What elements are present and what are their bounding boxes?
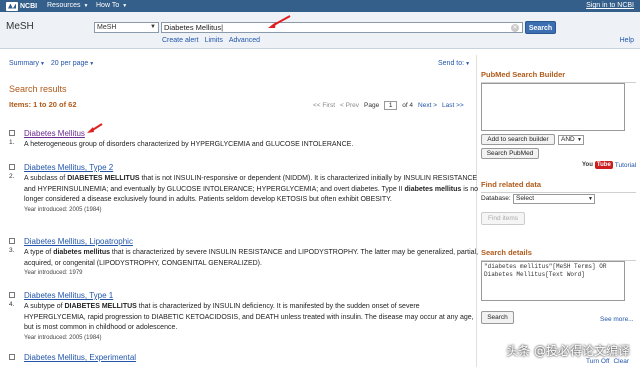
result-item: 4. Diabetes Mellitus, Type 1 A subtype o… [9,291,474,346]
search-input[interactable]: Diabetes Mellitus| ✕ [161,22,523,33]
search-builder-textarea[interactable] [481,83,625,131]
page-number-input[interactable]: 1 [384,101,398,110]
result-item: Diabetes Mellitus, Experimental [9,353,469,367]
result-number: 1. [9,139,15,146]
annotation-arrow-icon [87,123,103,133]
ncbi-logo[interactable]: NCBI [6,1,37,11]
chevron-down-icon: ▼ [122,2,128,9]
year-introduced: Year introduced: 2005 (1984) [24,206,102,213]
search-button[interactable]: Search [525,21,556,34]
add-to-search-builder-button[interactable]: Add to search builder [481,134,555,145]
next-page-link[interactable]: Next > [418,102,437,109]
per-page-menu[interactable]: 20 per page▼ [51,60,94,67]
display-settings: Summary▼ 20 per page▼ [9,60,94,67]
result-title-link[interactable]: Diabetes Mellitus, Type 1 [24,291,113,300]
search-builder-title: PubMed Search Builder [481,70,566,79]
create-alert-link[interactable]: Create alert [162,37,199,44]
resources-menu[interactable]: Resources ▼ [47,2,88,9]
chevron-down-icon: ▼ [83,2,89,9]
result-number: 4. [9,301,15,308]
chevron-down-icon: ▼ [588,196,593,202]
howto-menu[interactable]: How To ▼ [96,2,127,9]
find-items-button[interactable]: Find items [481,212,525,225]
chevron-down-icon: ▼ [39,61,45,67]
result-checkbox[interactable] [9,354,15,360]
database-label: Database: [481,195,511,202]
result-checkbox[interactable] [9,292,15,298]
pager: << First < Prev Page 1 of 4 Next > Last … [313,101,464,110]
search-details-panel: Search details [481,248,636,261]
result-checkbox[interactable] [9,238,15,244]
search-sublinks: Create alert Limits Advanced [162,37,260,44]
help-link[interactable]: Help [620,37,634,44]
search-header: MeSH MeSH ▼ Diabetes Mellitus| ✕ Search … [0,12,640,49]
search-details-textarea[interactable]: "diabetes mellitus"[MeSH Terms] OR Diabe… [481,261,625,301]
result-description: A subclass of DIABETES MELLITUS that is … [24,175,479,203]
year-introduced: Year introduced: 2005 (1984) [24,334,102,341]
search-builder-panel: PubMed Search Builder [481,70,636,83]
result-item: 2. Diabetes Mellitus, Type 2 A subclass … [9,163,478,228]
result-item: 1. Diabetes Mellitus A heterogeneous gro… [9,129,469,159]
year-introduced: Year introduced: 1979 [24,270,83,276]
chevron-down-icon: ▼ [150,24,156,30]
summary-format-menu[interactable]: Summary▼ [9,60,45,67]
youtube-tutorial-link[interactable]: You Tube Tutorial [582,161,636,169]
result-title-link[interactable]: Diabetes Mellitus [24,129,85,138]
boolean-operator-select[interactable]: AND ▼ [558,135,584,145]
last-page-link[interactable]: Last >> [442,102,464,109]
turn-off-link[interactable]: Turn Off [586,358,609,365]
watermark: 头条 @投必得论文编译 [506,344,630,358]
database-select[interactable]: MeSH ▼ [94,22,159,33]
result-title-link[interactable]: Diabetes Mellitus, Type 2 [24,163,113,172]
results-title: Search results [9,84,67,94]
chevron-down-icon: ▼ [577,137,582,143]
related-data-title: Find related data [481,180,542,189]
result-description: A subtype of DIABETES MELLITUS that is c… [24,303,474,331]
result-title-link[interactable]: Diabetes Mellitus, Lipoatrophic [24,237,133,246]
clear-icon[interactable]: ✕ [511,24,519,32]
search-details-title: Search details [481,248,532,257]
result-description: A type of diabetes mellitus that is char… [24,249,479,267]
related-data-panel: Find related data [481,180,636,193]
result-number: 3. [9,247,15,254]
result-item: 3. Diabetes Mellitus, Lipoatrophic A typ… [9,237,478,287]
chevron-down-icon: ▼ [89,61,95,67]
items-count: Items: 1 to 20 of 62 [9,100,77,109]
result-title-link[interactable]: Diabetes Mellitus, Experimental [24,353,136,362]
recent-activity-links: Turn Off Clear [586,358,629,365]
chevron-down-icon: ▼ [465,61,471,67]
send-to-menu[interactable]: Send to:▼ [438,60,470,67]
search-pubmed-button[interactable]: Search PubMed [481,148,539,159]
youtube-icon: Tube [594,161,613,169]
prev-page-link[interactable]: < Prev [340,102,359,109]
limits-link[interactable]: Limits [205,37,223,44]
database-title: MeSH [6,21,34,32]
advanced-link[interactable]: Advanced [229,37,260,44]
result-description: A heterogeneous group of disorders chara… [24,141,354,148]
signin-link[interactable]: Sign in to NCBI [586,2,634,9]
ncbi-topbar: NCBI Resources ▼ How To ▼ Sign in to NCBI [0,0,640,12]
see-more-link[interactable]: See more... [600,316,634,323]
result-checkbox[interactable] [9,130,15,136]
text-cursor: | [221,23,224,32]
related-database-select[interactable]: Select ▼ [513,194,595,204]
page-label: Page [364,102,380,109]
search-details-button[interactable]: Search [481,311,514,324]
annotation-arrow-icon [268,15,291,28]
result-number: 2. [9,173,15,180]
clear-link[interactable]: Clear [613,358,629,365]
page-total: of 4 [402,102,414,109]
first-page-link[interactable]: << First [313,102,335,109]
result-checkbox[interactable] [9,164,15,170]
ncbi-logo-icon [6,1,18,11]
